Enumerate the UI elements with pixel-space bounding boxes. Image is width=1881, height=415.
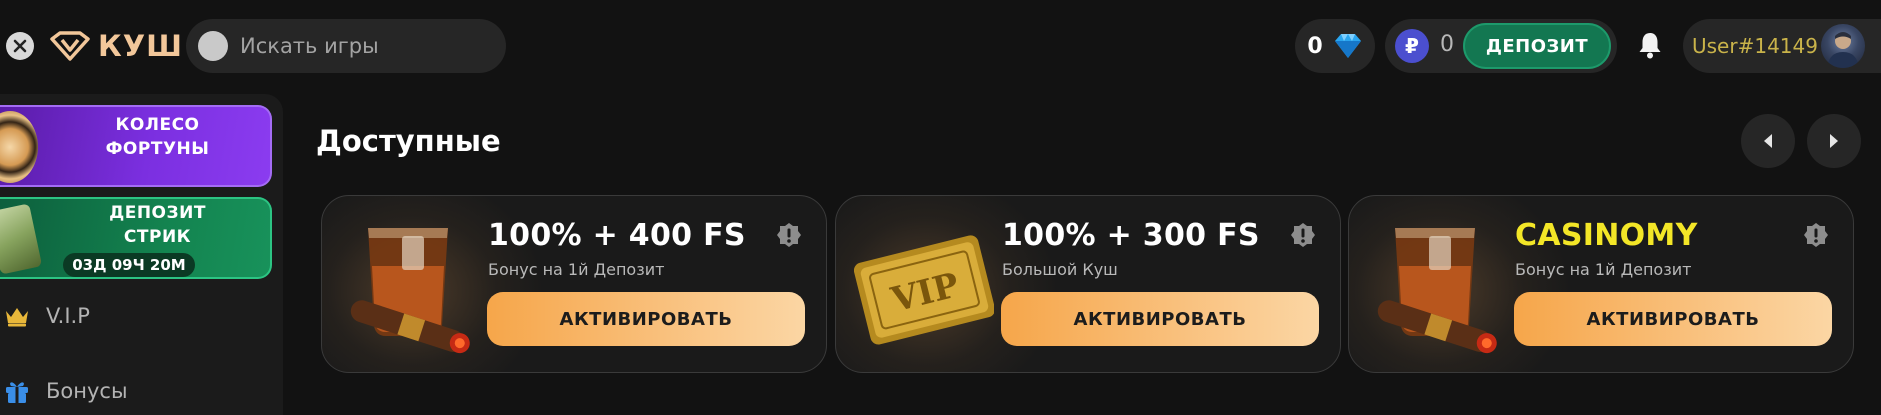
section-title: Доступные xyxy=(316,124,501,158)
logo-text: КУШ xyxy=(98,29,183,63)
info-icon[interactable] xyxy=(776,222,802,248)
avatar xyxy=(1821,24,1865,68)
gift-icon xyxy=(6,382,28,403)
activate-button[interactable]: АКТИВИРОВАТЬ xyxy=(1001,292,1319,346)
next-button[interactable] xyxy=(1807,114,1861,168)
card-title: 100% + 400 FS xyxy=(488,218,746,253)
bonus-card: CASINOMY Бонус на 1й Депозит АКТИВИРОВАТ… xyxy=(1348,195,1854,373)
wheel-label: КОЛЕСО ФОРТУНЫ xyxy=(60,113,255,161)
whiskey-cigar-image xyxy=(1377,228,1497,354)
chevron-left-icon xyxy=(1764,134,1772,148)
activate-button[interactable]: АКТИВИРОВАТЬ xyxy=(1514,292,1832,346)
chevron-right-icon xyxy=(1830,134,1838,148)
streak-label-line2: СТРИК xyxy=(123,227,192,247)
whiskey-cigar-image xyxy=(350,228,470,354)
close-button[interactable] xyxy=(6,32,34,60)
diamond-icon xyxy=(1334,34,1361,58)
search-input[interactable] xyxy=(240,34,490,58)
streak-timer: 03Д 09Ч 20М xyxy=(63,253,195,277)
wheel-of-fortune-banner[interactable]: КОЛЕСО ФОРТУНЫ xyxy=(0,105,272,187)
username: User#14149 xyxy=(1692,34,1818,58)
prev-button[interactable] xyxy=(1741,114,1795,168)
balance: 0 xyxy=(1440,32,1454,57)
info-icon[interactable] xyxy=(1803,222,1829,248)
card-title: 100% + 300 FS xyxy=(1002,218,1260,253)
sidebar-item-label: Бонусы xyxy=(46,379,128,403)
deposit-button[interactable]: ДЕПОЗИТ xyxy=(1463,23,1611,69)
wheel-image xyxy=(0,111,38,183)
sidebar-item-bonuses[interactable]: Бонусы xyxy=(4,378,128,404)
streak-label: ДЕПОЗИТ СТРИК xyxy=(60,201,255,249)
gems-counter[interactable]: 0 xyxy=(1295,19,1375,73)
money-image xyxy=(0,203,43,275)
bell-icon xyxy=(1639,33,1661,59)
streak-label-line1: ДЕПОЗИТ xyxy=(109,203,206,223)
user-menu[interactable]: User#14149 xyxy=(1683,19,1881,73)
card-title: CASINOMY xyxy=(1515,218,1698,253)
header: КУШ 0 ₽ 0 ДЕПОЗИТ User#14149 xyxy=(0,0,1881,92)
crown-icon xyxy=(6,308,28,327)
wheel-label-line1: КОЛЕСО xyxy=(115,115,200,135)
search-icon xyxy=(198,31,228,61)
sidebar-item-vip[interactable]: V.I.P xyxy=(4,304,90,328)
close-icon xyxy=(13,39,27,53)
card-subtitle: Бонус на 1й Депозит xyxy=(1515,260,1692,279)
app-root: КУШ 0 ₽ 0 ДЕПОЗИТ User#14149 xyxy=(0,0,1881,415)
vip-ticket-image: VIP xyxy=(854,235,994,345)
logo-icon xyxy=(50,31,90,61)
search-bar[interactable] xyxy=(186,19,506,73)
info-icon[interactable] xyxy=(1290,222,1316,248)
card-subtitle: Бонус на 1й Депозит xyxy=(488,260,665,279)
deposit-streak-banner[interactable]: ДЕПОЗИТ СТРИК 03Д 09Ч 20М xyxy=(0,197,272,279)
gems-count: 0 xyxy=(1307,33,1323,59)
wallet: ₽ 0 ДЕПОЗИТ xyxy=(1385,19,1617,73)
sidebar-item-label: V.I.P xyxy=(46,304,90,328)
bonus-card: 100% + 400 FS Бонус на 1й Депозит АКТИВИ… xyxy=(321,195,827,373)
bonus-card: VIP 100% + 300 FS Большой Куш АКТИВИРОВА… xyxy=(835,195,1341,373)
sidebar: КОЛЕСО ФОРТУНЫ ДЕПОЗИТ СТРИК 03Д 09Ч 20М… xyxy=(0,94,283,415)
activate-button[interactable]: АКТИВИРОВАТЬ xyxy=(487,292,805,346)
wheel-label-line2: ФОРТУНЫ xyxy=(105,139,210,159)
logo[interactable]: КУШ xyxy=(48,27,183,65)
ruble-icon: ₽ xyxy=(1395,29,1429,63)
card-subtitle: Большой Куш xyxy=(1002,260,1118,279)
notifications-button[interactable] xyxy=(1635,29,1665,61)
